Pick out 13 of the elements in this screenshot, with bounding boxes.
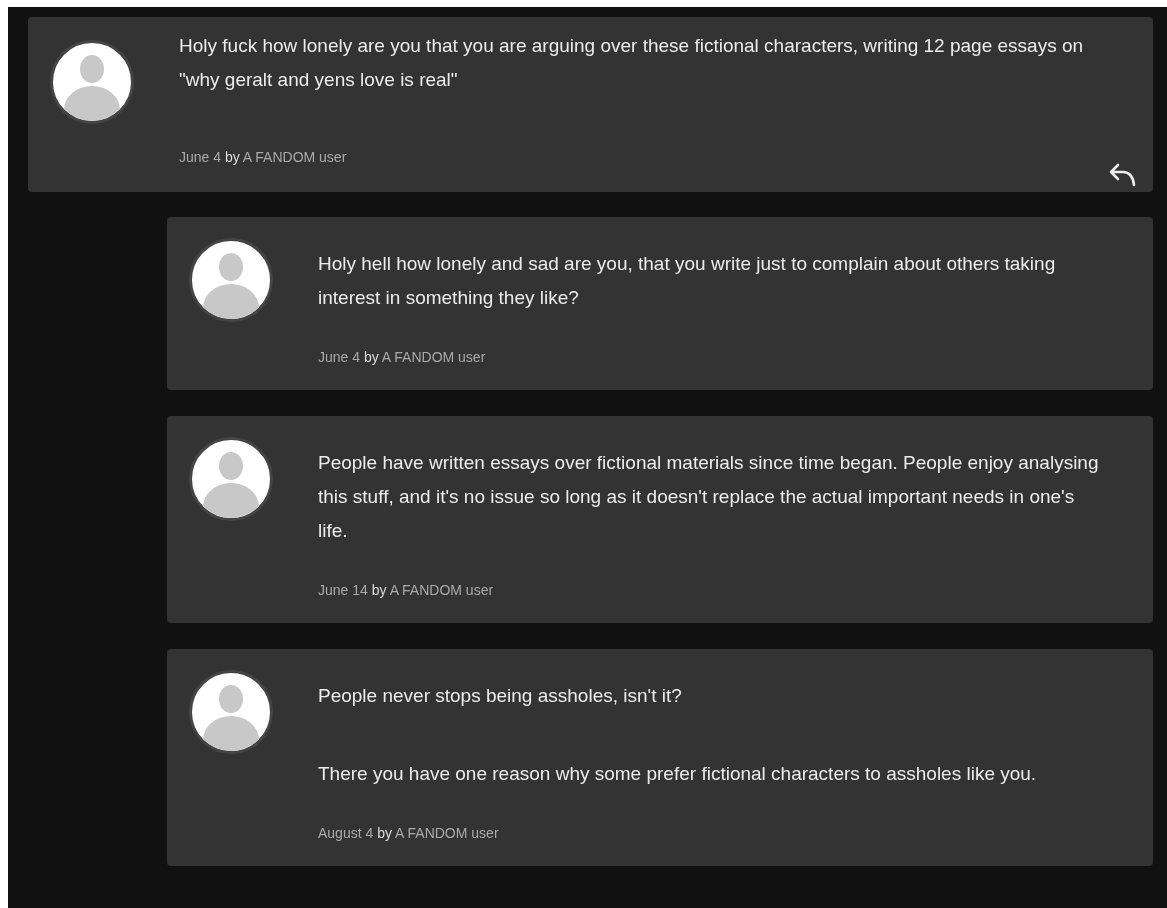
comment-meta: August 4 by A FANDOM user bbox=[318, 824, 500, 843]
comment-text: People never stops being assholes, isn't it? bbox=[318, 684, 683, 708]
comment-meta: June 4 by A FANDOM user bbox=[179, 148, 348, 167]
comment-meta: June 4 by A FANDOM user bbox=[318, 348, 487, 367]
comment-text: Holy hell how lonely and sad are you, that you write just to complain about others taking interest in something they like? bbox=[318, 252, 1057, 310]
avatar-icon bbox=[189, 437, 273, 521]
avatar-icon bbox=[50, 40, 134, 124]
comment-meta: June 14 by A FANDOM user bbox=[318, 581, 495, 600]
avatar-icon bbox=[189, 670, 273, 754]
comment-text: Holy fuck how lonely are you that you are arguing over these fictional characters, writing 12 page essays on "why geralt and yens love is real" bbox=[179, 34, 1085, 92]
comment-text: People have written essays over fictional materials since time began. People enjoy analysing this stuff, and it's no issue so long as it doesn't replace the actual important needs in one's life. bbox=[318, 451, 1100, 543]
avatar-icon bbox=[189, 238, 273, 322]
comment-text: There you have one reason why some prefer fictional characters to assholes like you. bbox=[318, 762, 1038, 786]
